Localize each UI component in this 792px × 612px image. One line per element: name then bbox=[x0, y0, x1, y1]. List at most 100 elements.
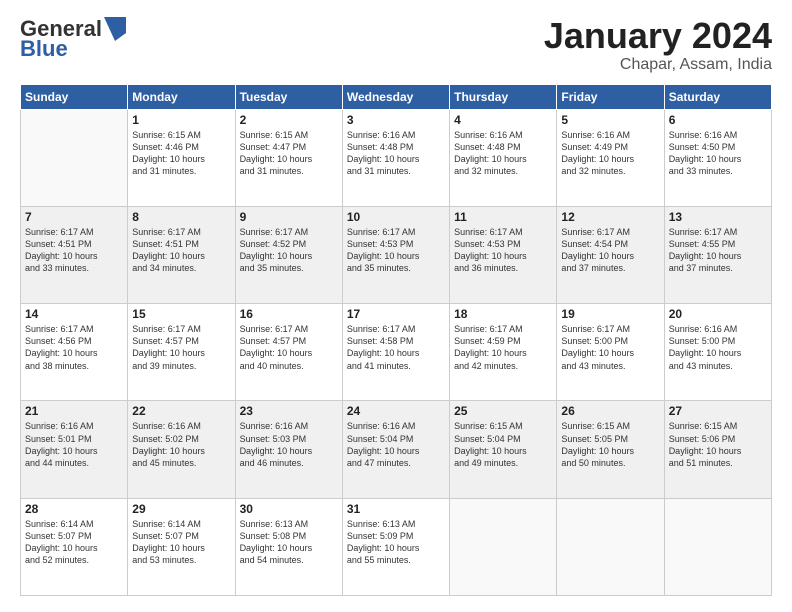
calendar-week-row: 7 Sunrise: 6:17 AM Sunset: 4:51 PM Daylig… bbox=[21, 206, 772, 303]
day-info: Sunrise: 6:17 AM Sunset: 4:53 PM Dayligh… bbox=[454, 226, 552, 275]
day-info: Sunrise: 6:17 AM Sunset: 4:55 PM Dayligh… bbox=[669, 226, 767, 275]
calendar-day-header: Monday bbox=[128, 84, 235, 109]
day-info: Sunrise: 6:17 AM Sunset: 4:51 PM Dayligh… bbox=[25, 226, 123, 275]
table-row: 23 Sunrise: 6:16 AM Sunset: 5:03 PM Dayli… bbox=[235, 401, 342, 498]
table-row: 19 Sunrise: 6:17 AM Sunset: 5:00 PM Dayli… bbox=[557, 304, 664, 401]
day-number: 12 bbox=[561, 210, 659, 224]
day-number: 19 bbox=[561, 307, 659, 321]
day-info: Sunrise: 6:17 AM Sunset: 4:54 PM Dayligh… bbox=[561, 226, 659, 275]
day-number: 22 bbox=[132, 404, 230, 418]
table-row bbox=[450, 498, 557, 595]
table-row: 29 Sunrise: 6:14 AM Sunset: 5:07 PM Dayli… bbox=[128, 498, 235, 595]
day-info: Sunrise: 6:16 AM Sunset: 4:49 PM Dayligh… bbox=[561, 129, 659, 178]
table-row bbox=[21, 109, 128, 206]
calendar-week-row: 28 Sunrise: 6:14 AM Sunset: 5:07 PM Dayli… bbox=[21, 498, 772, 595]
day-number: 3 bbox=[347, 113, 445, 127]
table-row: 10 Sunrise: 6:17 AM Sunset: 4:53 PM Dayli… bbox=[342, 206, 449, 303]
table-row: 31 Sunrise: 6:13 AM Sunset: 5:09 PM Dayli… bbox=[342, 498, 449, 595]
day-info: Sunrise: 6:13 AM Sunset: 5:09 PM Dayligh… bbox=[347, 518, 445, 567]
table-row: 15 Sunrise: 6:17 AM Sunset: 4:57 PM Dayli… bbox=[128, 304, 235, 401]
day-info: Sunrise: 6:15 AM Sunset: 5:05 PM Dayligh… bbox=[561, 420, 659, 469]
table-row: 18 Sunrise: 6:17 AM Sunset: 4:59 PM Dayli… bbox=[450, 304, 557, 401]
table-row: 2Sunrise: 6:15 AM Sunset: 4:47 PM Daylig… bbox=[235, 109, 342, 206]
day-number: 11 bbox=[454, 210, 552, 224]
calendar-week-row: 14Sunrise: 6:17 AM Sunset: 4:56 PM Dayli… bbox=[21, 304, 772, 401]
table-row: 27Sunrise: 6:15 AM Sunset: 5:06 PM Dayli… bbox=[664, 401, 771, 498]
table-row: 3 Sunrise: 6:16 AM Sunset: 4:48 PM Daylig… bbox=[342, 109, 449, 206]
day-number: 6 bbox=[669, 113, 767, 127]
table-row bbox=[557, 498, 664, 595]
table-row: 12 Sunrise: 6:17 AM Sunset: 4:54 PM Dayli… bbox=[557, 206, 664, 303]
day-number: 23 bbox=[240, 404, 338, 418]
day-number: 30 bbox=[240, 502, 338, 516]
day-info: Sunrise: 6:17 AM Sunset: 4:57 PM Dayligh… bbox=[132, 323, 230, 372]
day-info: Sunrise: 6:14 AM Sunset: 5:07 PM Dayligh… bbox=[132, 518, 230, 567]
day-info: Sunrise: 6:17 AM Sunset: 4:58 PM Dayligh… bbox=[347, 323, 445, 372]
day-info: Sunrise: 6:17 AM Sunset: 4:59 PM Dayligh… bbox=[454, 323, 552, 372]
day-number: 9 bbox=[240, 210, 338, 224]
page: General Blue January 2024 Chapar, Assam,… bbox=[0, 0, 792, 612]
table-row: 6 Sunrise: 6:16 AM Sunset: 4:50 PM Daylig… bbox=[664, 109, 771, 206]
table-row: 22 Sunrise: 6:16 AM Sunset: 5:02 PM Dayli… bbox=[128, 401, 235, 498]
day-info: Sunrise: 6:16 AM Sunset: 5:03 PM Dayligh… bbox=[240, 420, 338, 469]
day-info: Sunrise: 6:17 AM Sunset: 4:51 PM Dayligh… bbox=[132, 226, 230, 275]
calendar-day-header: Tuesday bbox=[235, 84, 342, 109]
calendar-week-row: 1Sunrise: 6:15 AM Sunset: 4:46 PM Daylig… bbox=[21, 109, 772, 206]
table-row: 21 Sunrise: 6:16 AM Sunset: 5:01 PM Dayli… bbox=[21, 401, 128, 498]
day-number: 5 bbox=[561, 113, 659, 127]
day-number: 15 bbox=[132, 307, 230, 321]
day-number: 7 bbox=[25, 210, 123, 224]
table-row: 14Sunrise: 6:17 AM Sunset: 4:56 PM Dayli… bbox=[21, 304, 128, 401]
day-number: 28 bbox=[25, 502, 123, 516]
day-number: 8 bbox=[132, 210, 230, 224]
day-info: Sunrise: 6:16 AM Sunset: 5:04 PM Dayligh… bbox=[347, 420, 445, 469]
day-number: 26 bbox=[561, 404, 659, 418]
day-info: Sunrise: 6:17 AM Sunset: 4:57 PM Dayligh… bbox=[240, 323, 338, 372]
day-info: Sunrise: 6:16 AM Sunset: 4:48 PM Dayligh… bbox=[347, 129, 445, 178]
day-number: 10 bbox=[347, 210, 445, 224]
day-number: 20 bbox=[669, 307, 767, 321]
table-row bbox=[664, 498, 771, 595]
day-info: Sunrise: 6:15 AM Sunset: 5:04 PM Dayligh… bbox=[454, 420, 552, 469]
day-number: 25 bbox=[454, 404, 552, 418]
table-row: 26 Sunrise: 6:15 AM Sunset: 5:05 PM Dayli… bbox=[557, 401, 664, 498]
table-row: 24 Sunrise: 6:16 AM Sunset: 5:04 PM Dayli… bbox=[342, 401, 449, 498]
table-row: 4Sunrise: 6:16 AM Sunset: 4:48 PM Daylig… bbox=[450, 109, 557, 206]
table-row: 25 Sunrise: 6:15 AM Sunset: 5:04 PM Dayli… bbox=[450, 401, 557, 498]
day-info: Sunrise: 6:16 AM Sunset: 4:50 PM Dayligh… bbox=[669, 129, 767, 178]
day-number: 31 bbox=[347, 502, 445, 516]
day-info: Sunrise: 6:16 AM Sunset: 5:01 PM Dayligh… bbox=[25, 420, 123, 469]
day-info: Sunrise: 6:16 AM Sunset: 4:48 PM Dayligh… bbox=[454, 129, 552, 178]
table-row: 28 Sunrise: 6:14 AM Sunset: 5:07 PM Dayli… bbox=[21, 498, 128, 595]
day-number: 29 bbox=[132, 502, 230, 516]
day-info: Sunrise: 6:13 AM Sunset: 5:08 PM Dayligh… bbox=[240, 518, 338, 567]
calendar-week-row: 21 Sunrise: 6:16 AM Sunset: 5:01 PM Dayli… bbox=[21, 401, 772, 498]
calendar-day-header: Thursday bbox=[450, 84, 557, 109]
calendar-day-header: Friday bbox=[557, 84, 664, 109]
day-number: 16 bbox=[240, 307, 338, 321]
day-number: 18 bbox=[454, 307, 552, 321]
day-number: 21 bbox=[25, 404, 123, 418]
day-info: Sunrise: 6:17 AM Sunset: 4:53 PM Dayligh… bbox=[347, 226, 445, 275]
calendar-day-header: Sunday bbox=[21, 84, 128, 109]
day-info: Sunrise: 6:16 AM Sunset: 5:02 PM Dayligh… bbox=[132, 420, 230, 469]
calendar-day-header: Saturday bbox=[664, 84, 771, 109]
day-info: Sunrise: 6:15 AM Sunset: 5:06 PM Dayligh… bbox=[669, 420, 767, 469]
title-block: January 2024 Chapar, Assam, India bbox=[544, 16, 772, 74]
table-row: 11 Sunrise: 6:17 AM Sunset: 4:53 PM Dayli… bbox=[450, 206, 557, 303]
location: Chapar, Assam, India bbox=[544, 56, 772, 74]
table-row: 20 Sunrise: 6:16 AM Sunset: 5:00 PM Dayli… bbox=[664, 304, 771, 401]
table-row: 7 Sunrise: 6:17 AM Sunset: 4:51 PM Daylig… bbox=[21, 206, 128, 303]
day-number: 24 bbox=[347, 404, 445, 418]
day-info: Sunrise: 6:14 AM Sunset: 5:07 PM Dayligh… bbox=[25, 518, 123, 567]
logo-blue: Blue bbox=[20, 36, 68, 62]
table-row: 16 Sunrise: 6:17 AM Sunset: 4:57 PM Dayli… bbox=[235, 304, 342, 401]
day-number: 1 bbox=[132, 113, 230, 127]
table-row: 5 Sunrise: 6:16 AM Sunset: 4:49 PM Daylig… bbox=[557, 109, 664, 206]
day-info: Sunrise: 6:17 AM Sunset: 5:00 PM Dayligh… bbox=[561, 323, 659, 372]
table-row: 30 Sunrise: 6:13 AM Sunset: 5:08 PM Dayli… bbox=[235, 498, 342, 595]
month-title: January 2024 bbox=[544, 16, 772, 56]
day-info: Sunrise: 6:16 AM Sunset: 5:00 PM Dayligh… bbox=[669, 323, 767, 372]
day-number: 17 bbox=[347, 307, 445, 321]
day-info: Sunrise: 6:17 AM Sunset: 4:56 PM Dayligh… bbox=[25, 323, 123, 372]
